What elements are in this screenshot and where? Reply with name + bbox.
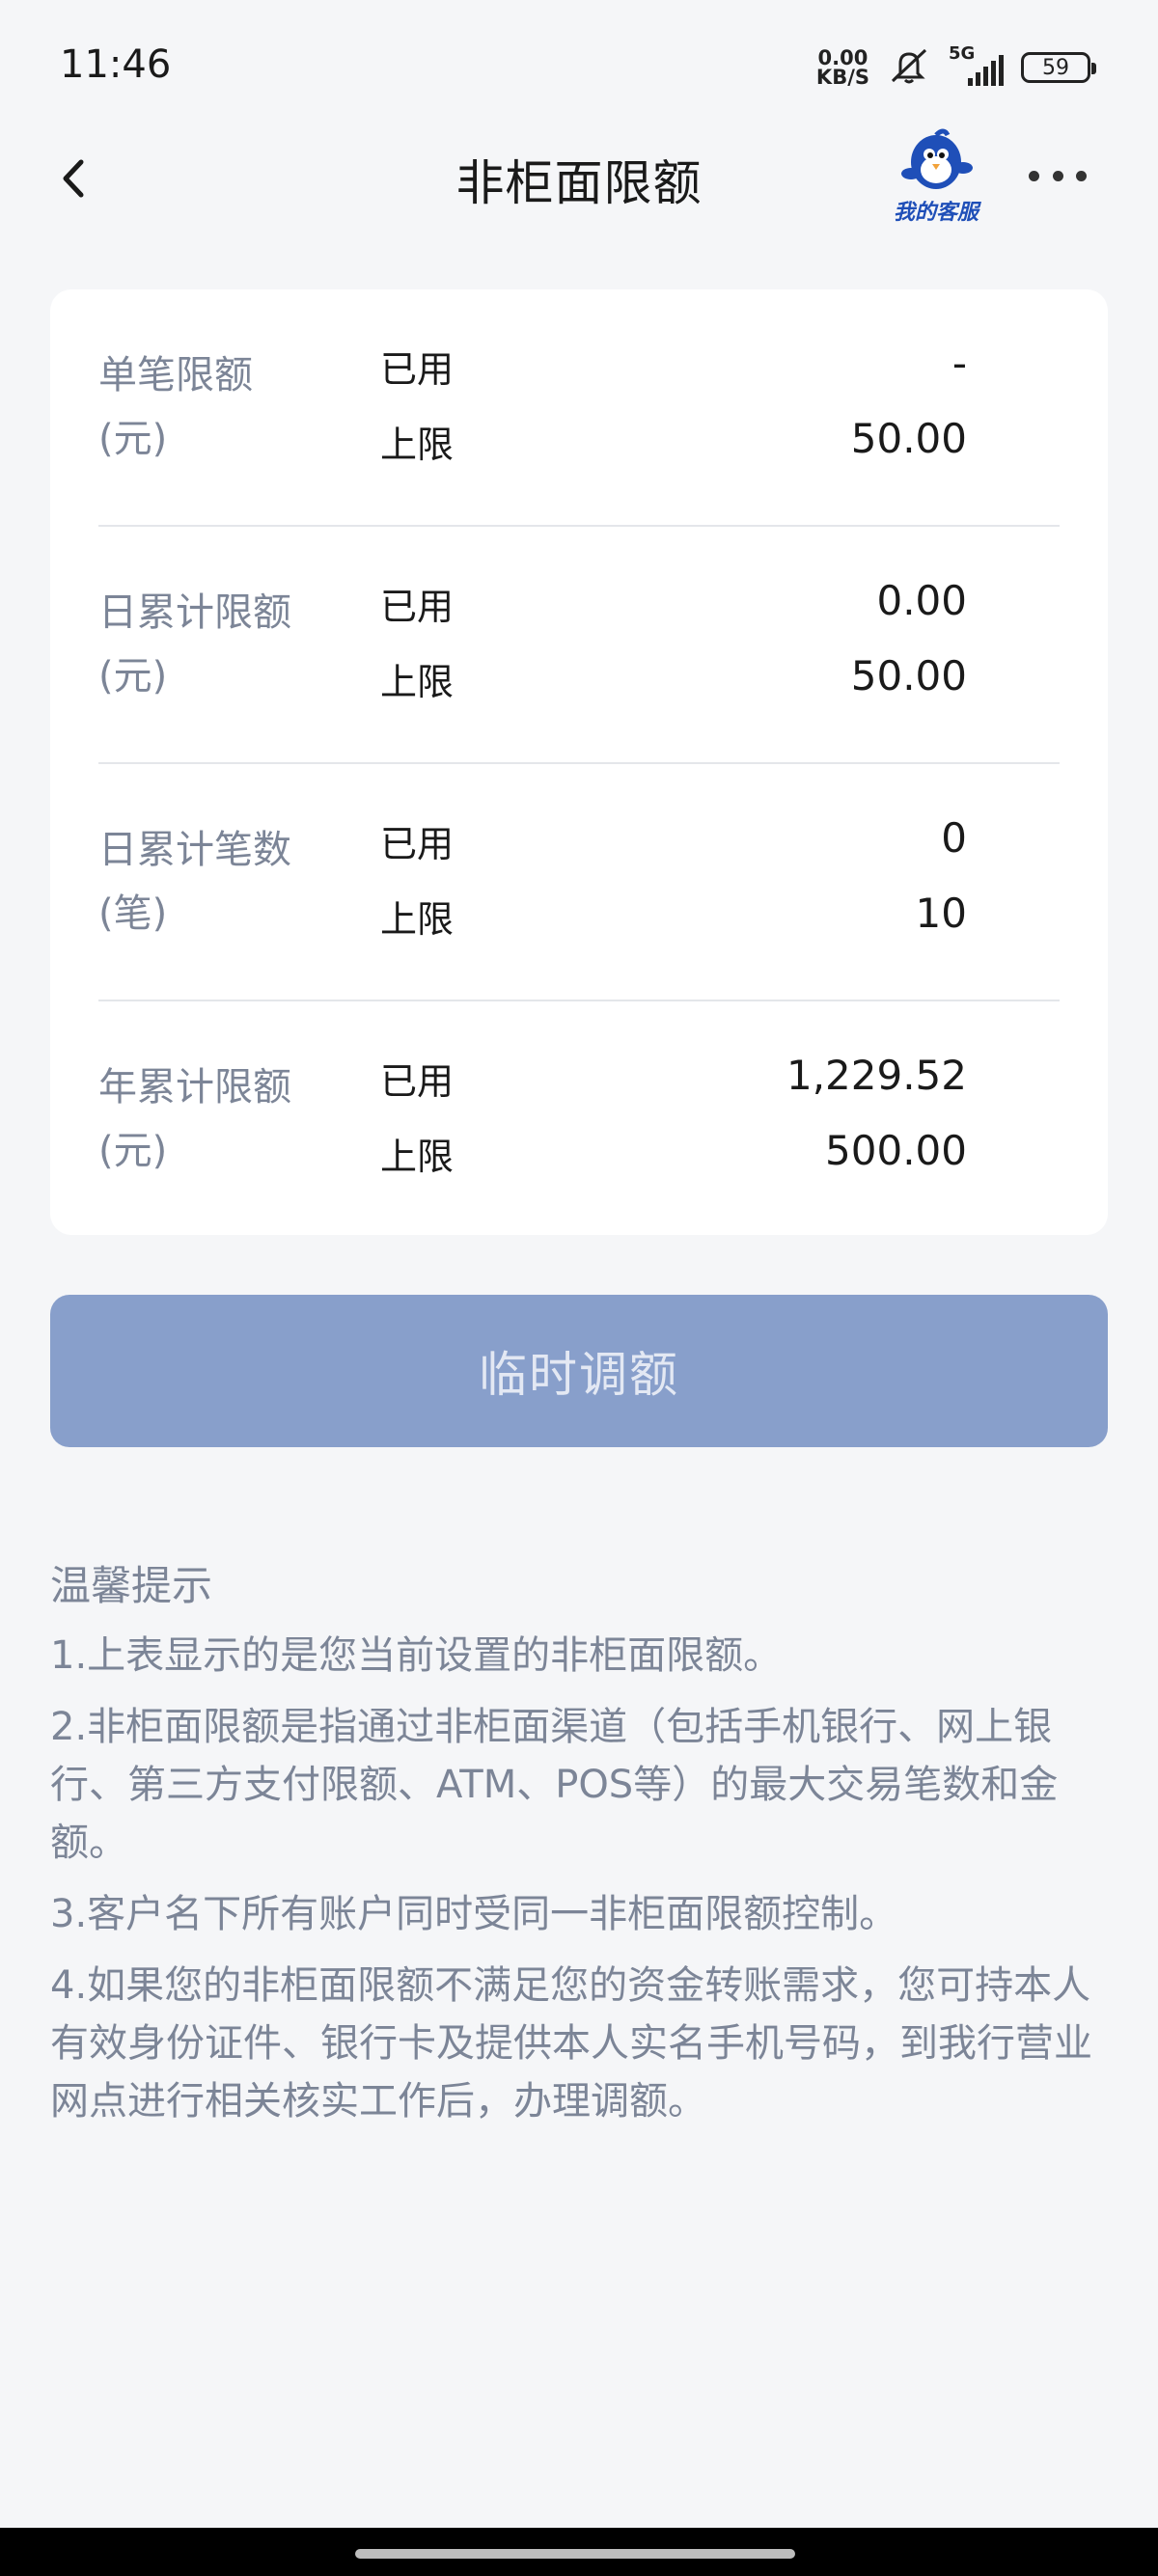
limit-row-yearly-amount: 年累计限额(元) 已用 1,229.52 上限 500.00	[98, 1001, 1060, 1239]
status-bar: 11:46 0.00 KB/S 5G 59	[0, 0, 1158, 135]
home-indicator[interactable]	[355, 2549, 795, 2559]
signal-icon: 5G	[949, 43, 1004, 86]
status-icons: 0.00 KB/S 5G 59	[815, 43, 1096, 89]
limits-card: 单笔限额(元) 已用 - 上限 50.00 日累计限额(元) 已用 0.00 上…	[50, 289, 1108, 1235]
temporary-adjust-button[interactable]: 临时调额	[50, 1295, 1108, 1447]
used-value: 0	[941, 814, 967, 862]
cap-value: 50.00	[850, 652, 967, 699]
tips-section: 温馨提示 1.上表显示的是您当前设置的非柜面限额。 2.非柜面限额是指通过非柜面…	[50, 1559, 1112, 2144]
used-value: -	[951, 340, 967, 387]
mute-icon	[887, 46, 931, 89]
more-dot-icon	[1052, 170, 1063, 181]
tip-item: 1.上表显示的是您当前设置的非柜面限额。	[50, 1633, 783, 1678]
used-label: 已用	[380, 823, 455, 865]
cap-label: 上限	[380, 1136, 455, 1178]
cap-label: 上限	[380, 898, 455, 941]
limit-row-daily-count: 日累计笔数(笔) 已用 0 上限 10	[98, 764, 1060, 1001]
more-dot-icon	[1076, 170, 1087, 181]
system-nav-bar	[0, 2528, 1158, 2576]
limit-name: 年累计限额(元)	[98, 1065, 291, 1173]
limit-name: 日累计限额(元)	[98, 590, 291, 699]
used-value: 1,229.52	[786, 1052, 967, 1099]
customer-service-label: 我的客服	[893, 201, 979, 225]
mascot-icon	[901, 128, 973, 189]
tips-title: 温馨提示	[50, 1562, 213, 1609]
cap-value: 500.00	[825, 1127, 967, 1174]
header: 非柜面限额 我的客服	[0, 116, 1158, 241]
cap-value: 50.00	[850, 415, 967, 462]
limit-row-daily-amount: 日累计限额(元) 已用 0.00 上限 50.00	[98, 527, 1060, 764]
network-speed-value: 0.00	[817, 46, 868, 69]
battery-icon: 59	[1021, 52, 1096, 83]
used-label: 已用	[380, 586, 455, 628]
more-options-button[interactable]	[1029, 166, 1087, 185]
cap-label: 上限	[380, 661, 455, 703]
more-dot-icon	[1029, 170, 1039, 181]
limit-name: 日累计笔数(笔)	[98, 828, 291, 936]
cap-value: 10	[915, 890, 967, 937]
status-time: 11:46	[60, 42, 172, 87]
limit-name: 单笔限额(元)	[98, 353, 253, 461]
customer-service-button[interactable]: 我的客服	[876, 123, 996, 230]
used-label: 已用	[380, 348, 455, 391]
network-speed-unit: KB/S	[815, 66, 869, 89]
battery-level: 59	[1042, 55, 1069, 80]
signal-label: 5G	[949, 43, 976, 64]
tip-item: 2.非柜面限额是指通过非柜面渠道（包括手机银行、网上银行、第三方支付限额、ATM…	[50, 1705, 1059, 1865]
cap-label: 上限	[380, 424, 455, 466]
tip-item: 4.如果您的非柜面限额不满足您的资金转账需求，您可持本人有效身份证件、银行卡及提…	[50, 1963, 1092, 2124]
used-value: 0.00	[876, 577, 967, 624]
tip-item: 3.客户名下所有账户同时受同一非柜面限额控制。	[50, 1892, 898, 1936]
network-speed: 0.00 KB/S	[815, 46, 869, 89]
limit-row-single: 单笔限额(元) 已用 - 上限 50.00	[98, 289, 1060, 527]
used-label: 已用	[380, 1060, 455, 1103]
